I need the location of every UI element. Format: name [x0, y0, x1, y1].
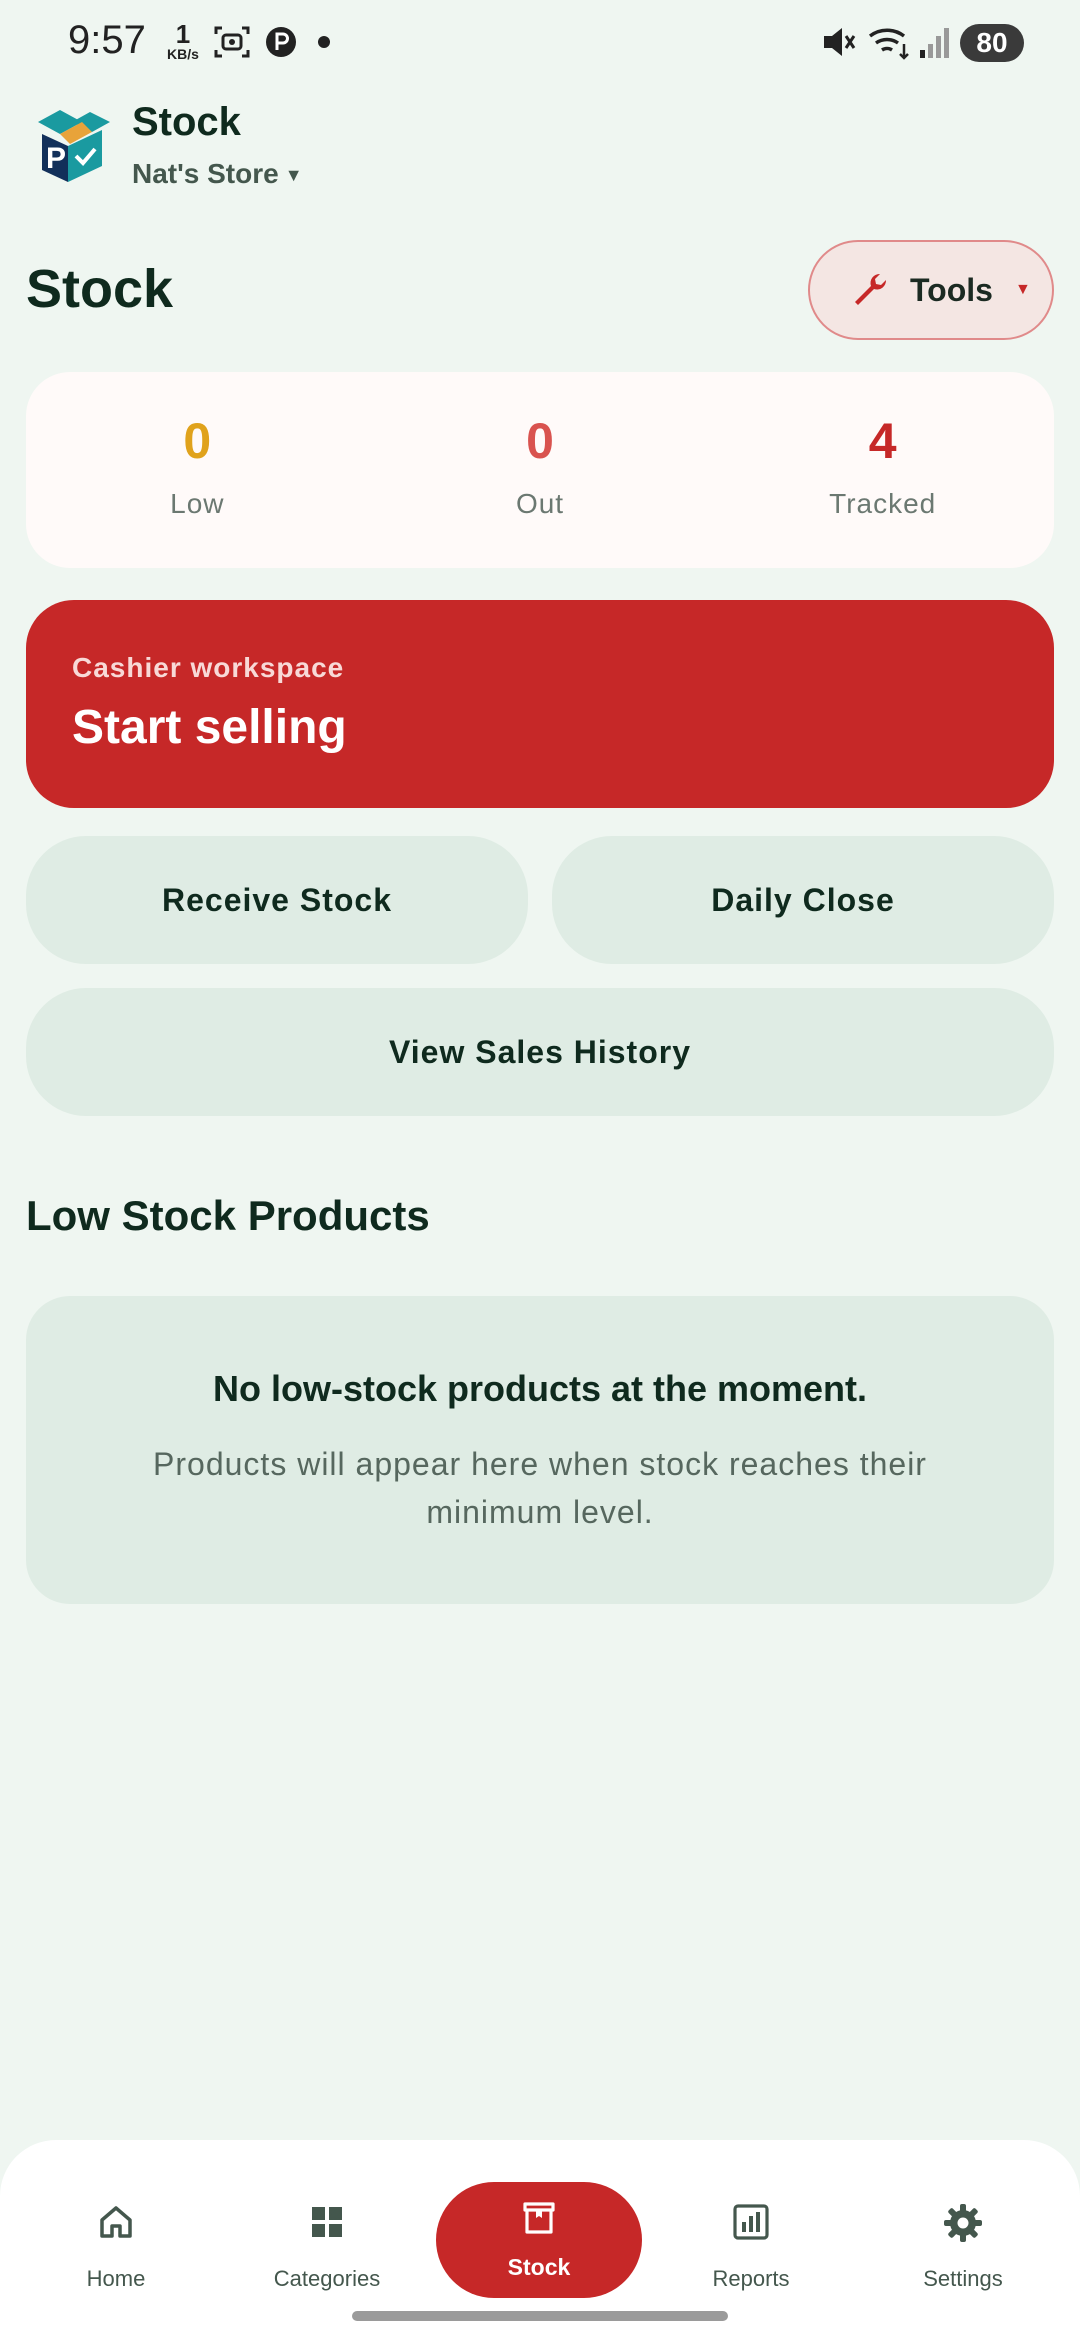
app-logo: P — [38, 110, 110, 182]
notification-dot — [318, 36, 330, 48]
stat-low: 0 Low — [26, 372, 369, 568]
nav-stock[interactable]: Stock — [436, 2182, 642, 2298]
net-speed: 1 KB/s — [167, 19, 199, 62]
home-icon — [100, 2206, 132, 2238]
stat-label: Low — [170, 488, 225, 519]
low-stock-heading: Low Stock Products — [26, 1192, 430, 1239]
signal-icon — [920, 28, 949, 58]
nav-label: Reports — [712, 2266, 790, 2291]
status-time: 9:57 — [68, 18, 146, 62]
low-stock-empty-state: No low-stock products at the moment. Pro… — [26, 1296, 1054, 1604]
svg-text:P: P — [46, 142, 66, 175]
store-selector[interactable]: Nat's Store ▼ — [132, 158, 303, 190]
daily-close-button[interactable]: Daily Close — [552, 836, 1054, 964]
nav-label: Home — [86, 2266, 146, 2291]
nav-label: Categories — [273, 2266, 381, 2291]
wifi-icon — [868, 28, 909, 60]
stat-value: 4 — [868, 413, 897, 469]
mute-icon — [824, 28, 856, 56]
app-title: Stock — [132, 100, 241, 144]
home-indicator[interactable] — [352, 2311, 728, 2321]
box-icon — [523, 2202, 555, 2234]
caret-down-icon: ▼ — [1014, 281, 1031, 298]
bottom-navigation: Home Categories Stock Reports Settings — [0, 2140, 1080, 2340]
nav-label: Settings — [923, 2266, 1003, 2291]
store-name: Nat's Store — [132, 158, 279, 189]
stat-label: Out — [515, 488, 565, 519]
grid-icon — [312, 2207, 342, 2237]
stock-stats-card: 0 Low 0 Out 4 Tracked — [26, 372, 1054, 568]
page-title: Stock — [26, 259, 174, 319]
stock-screen: 9:57 1 KB/s 80 P Stock Nat's Store ▼ Sto… — [0, 0, 1080, 2340]
stat-out: 0 Out — [369, 372, 712, 568]
nav-categories[interactable]: Categories — [219, 2140, 435, 2340]
nav-reports[interactable]: Reports — [643, 2140, 859, 2340]
gear-icon — [944, 2204, 982, 2242]
stat-value: 0 — [526, 413, 554, 469]
nav-settings[interactable]: Settings — [855, 2140, 1071, 2340]
empty-state-description: Products will appear here when stock rea… — [153, 1446, 927, 1530]
caret-down-icon: ▼ — [284, 165, 303, 186]
battery-indicator: 80 — [960, 24, 1024, 62]
receive-stock-button[interactable]: Receive Stock — [26, 836, 528, 964]
bar-chart-icon — [733, 2204, 769, 2240]
wrench-icon — [855, 273, 887, 305]
start-selling-title: Start selling — [72, 701, 347, 754]
stat-value: 0 — [183, 413, 212, 469]
parking-icon — [266, 27, 296, 57]
view-sales-history-button[interactable]: View Sales History — [26, 988, 1054, 1116]
start-selling-subtitle: Cashier workspace — [72, 652, 345, 683]
tools-button[interactable]: Tools ▼ — [808, 240, 1054, 340]
start-selling-card[interactable]: Cashier workspace Start selling — [26, 600, 1054, 808]
stat-tracked: 4 Tracked — [711, 372, 1054, 568]
screenshot-icon — [214, 26, 250, 58]
nav-home[interactable]: Home — [8, 2140, 224, 2340]
empty-state-title: No low-stock products at the moment. — [212, 1368, 868, 1409]
tools-label: Tools — [910, 271, 993, 308]
stat-label: Tracked — [829, 488, 937, 519]
nav-label: Stock — [507, 2254, 571, 2280]
status-bar: 9:57 1 KB/s 80 — [0, 0, 1080, 90]
